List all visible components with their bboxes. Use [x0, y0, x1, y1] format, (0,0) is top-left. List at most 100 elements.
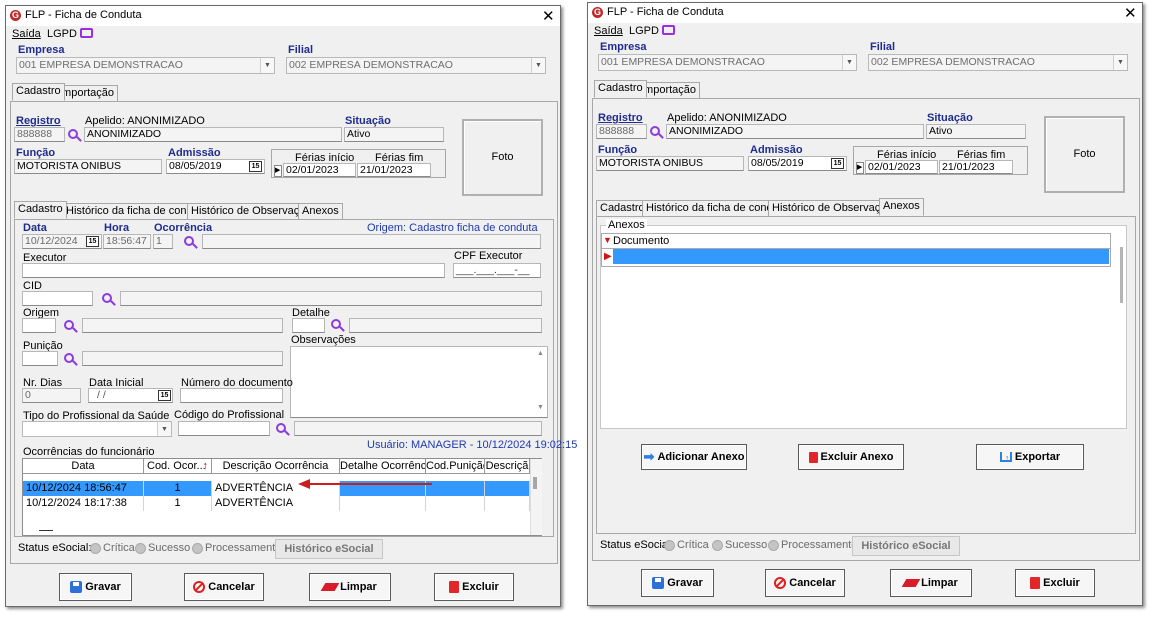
nr-dias-field[interactable]: 0 [22, 388, 81, 403]
adicionar-anexo-button[interactable]: ➡ Adicionar Anexo [641, 444, 747, 470]
search-icon[interactable] [102, 293, 112, 303]
filial-select[interactable]: 002 EMPRESA DEMONSTRACAO ▼ [286, 57, 546, 74]
tab-cadastro[interactable]: Cadastro [594, 80, 647, 98]
search-icon[interactable] [64, 320, 74, 330]
tipo-profissional-select[interactable]: ▼ [22, 421, 172, 437]
funcao-field[interactable]: MOTORISTA ONIBUS [596, 156, 744, 171]
empresa-select[interactable]: 001 EMPRESA DEMONSTRACAO ▼ [16, 57, 275, 74]
origem-field[interactable] [22, 318, 56, 333]
executor-field[interactable] [22, 263, 445, 278]
excluir-button[interactable]: Excluir [1015, 569, 1095, 597]
calendar-icon[interactable]: 15 [86, 236, 99, 247]
search-icon[interactable] [64, 353, 74, 363]
ferias-inicio-field[interactable]: 02/01/2023 [283, 163, 356, 177]
gravar-button[interactable]: Gravar [641, 569, 714, 597]
search-icon[interactable] [68, 129, 78, 139]
inner-tab-anexos[interactable]: Anexos [879, 198, 924, 216]
close-icon[interactable]: ✕ [1124, 6, 1137, 21]
ocorrencia-field[interactable]: 1 [153, 234, 173, 249]
selected-row[interactable] [613, 249, 1109, 264]
funcao-field[interactable]: MOTORISTA ONIBUS [14, 159, 162, 174]
search-icon[interactable] [184, 236, 194, 246]
inner-tab-cadastro[interactable]: Cadastro [596, 200, 649, 216]
col-descricao-ocorrencia[interactable]: Descrição Ocorrência [212, 459, 340, 474]
foto-box[interactable]: Foto [462, 119, 543, 196]
cid-field[interactable] [22, 291, 93, 306]
close-icon[interactable]: ✕ [542, 9, 555, 24]
gravar-button[interactable]: Gravar [59, 573, 132, 601]
historico-esocial-button[interactable]: Histórico eSocial [275, 539, 383, 559]
filial-label: Filial [288, 44, 314, 56]
empresa-select[interactable]: 001 EMPRESA DEMONSTRACAO ▼ [598, 54, 857, 71]
menu-saida[interactable]: Saída [594, 25, 623, 37]
col-cod-punicao[interactable]: Cod.Punição [426, 459, 485, 474]
inner-tab-cadastro[interactable]: Cadastro [14, 201, 67, 219]
table-row[interactable]: 10/12/2024 18:56:47 1 ADVERTÊNCIA [23, 481, 530, 496]
ferias-inicio-field[interactable]: 02/01/2023 [865, 160, 938, 174]
punicao-field[interactable] [22, 351, 58, 366]
col-documento[interactable]: Documento [613, 235, 669, 247]
apelido-field[interactable]: ANONIMIZADO [84, 127, 342, 142]
menu-lgpd[interactable]: LGPD [629, 25, 659, 37]
lgpd-monitor-icon[interactable] [662, 25, 675, 35]
cancelar-button[interactable]: Cancelar [184, 573, 264, 601]
situacao-field[interactable]: Ativo [344, 127, 444, 142]
tab-importacao-label: Importação [641, 84, 697, 96]
filter-arrow-icon[interactable]: ▼ [603, 235, 612, 245]
foto-box[interactable]: Foto [1044, 116, 1125, 193]
excluir-anexo-button[interactable]: Excluir Anexo [798, 444, 904, 470]
grid-scroll-thumb[interactable] [533, 477, 537, 489]
limpar-button[interactable]: Limpar [309, 573, 391, 601]
detalhe-field[interactable] [292, 318, 325, 333]
scroll-down-icon[interactable]: ▼ [537, 404, 544, 411]
registro-field[interactable]: 888888 [596, 124, 647, 139]
chevron-down-icon[interactable]: ▼ [157, 422, 171, 436]
lgpd-monitor-icon[interactable] [80, 28, 93, 38]
menu-lgpd[interactable]: LGPD [47, 28, 77, 40]
ferias-fim-field[interactable]: 21/01/2023 [357, 163, 431, 177]
search-icon[interactable] [331, 319, 341, 329]
cpf-executor-label: CPF Executor [454, 250, 523, 262]
scroll-up-icon[interactable]: ▲ [537, 350, 544, 357]
row-detalhe [340, 496, 426, 511]
search-icon[interactable] [276, 423, 286, 433]
ocorrencias-grid[interactable]: Data Cod. Ocor... ↑ Descrição Ocorrência … [22, 458, 542, 536]
hora-field[interactable]: 18:56:47 [103, 234, 151, 249]
registro-field[interactable]: 888888 [14, 127, 65, 142]
situacao-field[interactable]: Ativo [926, 124, 1026, 139]
numero-documento-field[interactable] [180, 388, 283, 403]
historico-esocial-button[interactable]: Histórico eSocial [852, 536, 960, 556]
table-row[interactable]: 10/12/2024 18:17:38 1 ADVERTÊNCIA [23, 496, 530, 511]
excluir-button[interactable]: Excluir [434, 573, 514, 601]
ferias-fim-field[interactable]: 21/01/2023 [939, 160, 1013, 174]
calendar-icon[interactable]: 15 [831, 158, 844, 169]
inner-tab-anexos[interactable]: Anexos [298, 203, 343, 219]
status-sucesso: Sucesso [131, 542, 190, 554]
chevron-down-icon[interactable]: ▼ [531, 58, 545, 73]
codigo-profissional-field[interactable] [178, 421, 270, 436]
col-detalhe-ocorrencia[interactable]: Detalhe Ocorrência [340, 459, 426, 474]
filial-select[interactable]: 002 EMPRESA DEMONSTRACAO ▼ [868, 54, 1128, 71]
limpar-button[interactable]: Limpar [890, 569, 972, 597]
chevron-down-icon[interactable]: ▼ [260, 58, 274, 73]
chevron-down-icon[interactable]: ▼ [842, 55, 856, 70]
anexos-scrollbar[interactable] [1120, 247, 1123, 303]
status-sucesso: Sucesso [708, 539, 767, 551]
chevron-down-icon[interactable]: ▼ [1113, 55, 1127, 70]
exportar-button[interactable]: ↑ Exportar [976, 444, 1084, 470]
col-descricao-punicao[interactable]: Descriçã [485, 459, 530, 474]
tab-cadastro[interactable]: Cadastro [12, 83, 65, 101]
calendar-icon[interactable]: 15 [158, 390, 171, 401]
cancelar-button[interactable]: Cancelar [765, 569, 845, 597]
observacoes-textarea[interactable] [290, 346, 548, 418]
grid-scrollbar[interactable] [530, 459, 542, 535]
cpf-executor-field[interactable]: ___.___.___-__ [453, 263, 541, 278]
col-data[interactable]: Data [23, 459, 144, 474]
apelido-field[interactable]: ANONIMIZADO [666, 124, 924, 139]
menu-saida[interactable]: Saída [12, 28, 41, 40]
col-cod-ocorrencia[interactable]: Cod. Ocor... ↑ [144, 459, 212, 474]
status-sucesso-label: Sucesso [148, 542, 191, 554]
anexos-grid[interactable]: ▼ Documento ▶ [601, 233, 1111, 267]
calendar-icon[interactable]: 15 [249, 161, 262, 172]
search-icon[interactable] [650, 126, 660, 136]
